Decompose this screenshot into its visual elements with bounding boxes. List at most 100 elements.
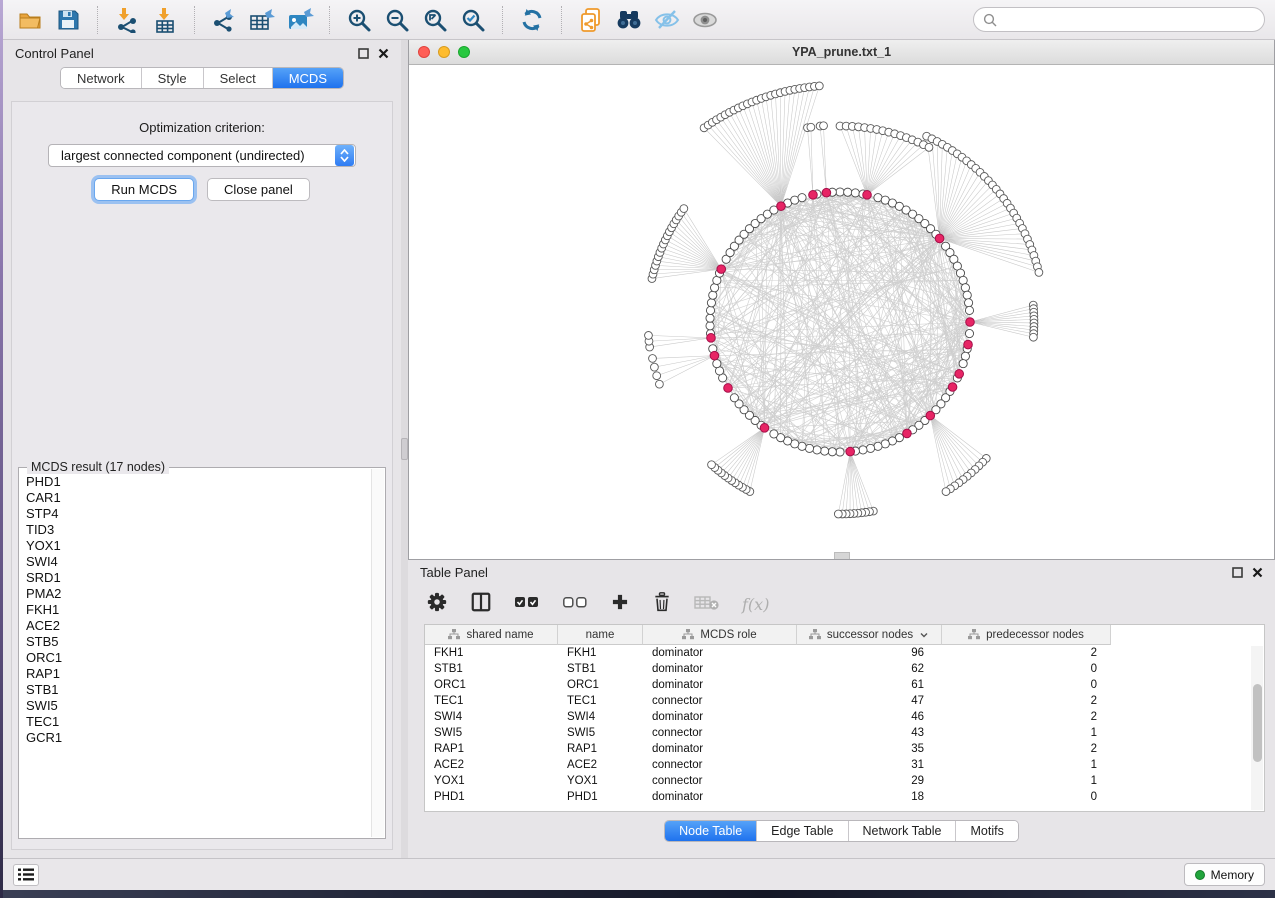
column-header-name[interactable]: name <box>558 625 643 645</box>
table-row[interactable]: SWI5SWI5connector431 <box>425 725 1264 741</box>
tab-edge-table[interactable]: Edge Table <box>757 821 848 841</box>
export-network-icon[interactable] <box>207 5 241 35</box>
table-cell: SWI4 <box>558 711 643 723</box>
table-cell: 46 <box>797 711 942 723</box>
table-cell: RAP1 <box>558 743 643 755</box>
tab-select[interactable]: Select <box>204 68 273 88</box>
table-row[interactable]: RAP1RAP1dominator352 <box>425 741 1264 757</box>
zoom-in-icon[interactable] <box>342 5 376 35</box>
mcds-result-item[interactable]: GCR1 <box>26 730 370 746</box>
mcds-result-item[interactable]: RAP1 <box>26 666 370 682</box>
toolbar-separator <box>329 6 330 34</box>
mcds-result-group: MCDS result (17 nodes) PHD1CAR1STP4TID3Y… <box>18 467 386 839</box>
column-header-successor-nodes[interactable]: successor nodes <box>797 625 942 645</box>
table-cell: connector <box>643 695 797 707</box>
table-row[interactable]: ORC1ORC1dominator610 <box>425 677 1264 693</box>
birds-eye-view-icon[interactable] <box>688 5 722 35</box>
mcds-result-item[interactable]: STB1 <box>26 682 370 698</box>
select-all-checks-icon[interactable] <box>514 593 540 616</box>
tab-node-table[interactable]: Node Table <box>665 821 757 841</box>
memory-button[interactable]: Memory <box>1184 863 1265 886</box>
mcds-result-item[interactable]: STB5 <box>26 634 370 650</box>
dropdown-stepper-icon <box>335 145 354 166</box>
network-view-window: YPA_prune.txt_1 <box>408 40 1275 560</box>
export-image-icon[interactable] <box>283 5 317 35</box>
optimization-criterion-label: Optimization criterion: <box>12 120 392 135</box>
network-splitter-grip[interactable] <box>834 552 850 559</box>
task-history-button[interactable] <box>13 864 39 886</box>
zoom-selected-icon[interactable] <box>456 5 490 35</box>
import-network-icon[interactable] <box>110 5 144 35</box>
refresh-view-icon[interactable] <box>515 5 549 35</box>
table-cell: 1 <box>942 775 1111 787</box>
delete-columns-trash-icon[interactable] <box>652 591 672 618</box>
table-row[interactable]: STB1STB1dominator620 <box>425 661 1264 677</box>
column-header-shared-name[interactable]: shared name <box>425 625 558 645</box>
table-cell: dominator <box>643 743 797 755</box>
tab-motifs[interactable]: Motifs <box>956 821 1017 841</box>
mcds-result-item[interactable]: ACE2 <box>26 618 370 634</box>
search-binoculars-icon[interactable] <box>612 5 646 35</box>
float-panel-icon[interactable] <box>1232 567 1243 578</box>
table-row[interactable]: TEC1TEC1connector472 <box>425 693 1264 709</box>
mcds-result-item[interactable]: SWI4 <box>26 554 370 570</box>
table-scrollbar[interactable] <box>1251 646 1263 810</box>
mcds-result-item[interactable]: SWI5 <box>26 698 370 714</box>
table-toolbar: f(x) <box>408 584 1275 624</box>
tab-style[interactable]: Style <box>142 68 204 88</box>
table-scrollbar-thumb[interactable] <box>1253 684 1262 762</box>
tab-network-table[interactable]: Network Table <box>849 821 957 841</box>
import-table-icon[interactable] <box>148 5 182 35</box>
close-panel-icon[interactable] <box>1252 567 1263 578</box>
table-cell: 2 <box>942 743 1111 755</box>
zoom-out-icon[interactable] <box>380 5 414 35</box>
network-svg[interactable] <box>409 65 1274 558</box>
tab-mcds[interactable]: MCDS <box>273 68 343 88</box>
table-row[interactable]: SWI4SWI4dominator462 <box>425 709 1264 725</box>
copy-current-view-icon[interactable] <box>574 5 608 35</box>
mcds-result-item[interactable]: TID3 <box>26 522 370 538</box>
main-toolbar <box>3 0 1275 40</box>
mcds-result-item[interactable]: YOX1 <box>26 538 370 554</box>
close-panel-button[interactable]: Close panel <box>207 178 310 201</box>
table-cell: RAP1 <box>425 743 558 755</box>
clear-all-checks-icon[interactable] <box>562 593 588 616</box>
close-panel-icon[interactable] <box>378 48 389 59</box>
vertical-splitter[interactable] <box>401 40 408 858</box>
search-box[interactable] <box>973 7 1265 32</box>
network-canvas[interactable] <box>409 65 1274 559</box>
mcds-result-item[interactable]: FKH1 <box>26 602 370 618</box>
create-column-icon[interactable] <box>610 592 630 617</box>
column-header-mcds-role[interactable]: MCDS role <box>643 625 797 645</box>
table-cell: 0 <box>942 663 1111 675</box>
table-row[interactable]: FKH1FKH1dominator962 <box>425 645 1264 661</box>
zoom-fit-icon[interactable] <box>418 5 452 35</box>
search-input[interactable] <box>1003 13 1255 27</box>
criterion-dropdown[interactable]: largest connected component (undirected) <box>48 144 356 167</box>
show-columns-icon[interactable] <box>470 591 492 618</box>
mcds-list-scrollbar[interactable] <box>371 469 384 837</box>
node-table[interactable]: shared namenameMCDS rolesuccessor nodesp… <box>424 624 1265 812</box>
table-row[interactable]: YOX1YOX1connector291 <box>425 773 1264 789</box>
export-table-icon[interactable] <box>245 5 279 35</box>
control-panel-title: Control Panel <box>15 46 94 61</box>
table-row[interactable]: PHD1PHD1dominator180 <box>425 789 1264 805</box>
tab-network[interactable]: Network <box>61 68 142 88</box>
table-mode-gear-icon[interactable] <box>426 591 448 618</box>
run-mcds-button[interactable]: Run MCDS <box>94 178 194 201</box>
splitter-grip[interactable] <box>401 438 408 460</box>
mcds-result-item[interactable]: ORC1 <box>26 650 370 666</box>
mcds-result-item[interactable]: PMA2 <box>26 586 370 602</box>
float-panel-icon[interactable] <box>358 48 369 59</box>
mcds-result-list[interactable]: PHD1CAR1STP4TID3YOX1SWI4SRD1PMA2FKH1ACE2… <box>19 468 370 838</box>
column-header-predecessor-nodes[interactable]: predecessor nodes <box>942 625 1111 645</box>
mcds-result-item[interactable]: PHD1 <box>26 474 370 490</box>
mcds-result-item[interactable]: CAR1 <box>26 490 370 506</box>
mcds-result-item[interactable]: STP4 <box>26 506 370 522</box>
open-file-icon[interactable] <box>13 5 47 35</box>
table-row[interactable]: ACE2ACE2connector311 <box>425 757 1264 773</box>
save-session-icon[interactable] <box>51 5 85 35</box>
mcds-result-item[interactable]: TEC1 <box>26 714 370 730</box>
mcds-result-item[interactable]: SRD1 <box>26 570 370 586</box>
toggle-graphics-details-icon[interactable] <box>650 5 684 35</box>
